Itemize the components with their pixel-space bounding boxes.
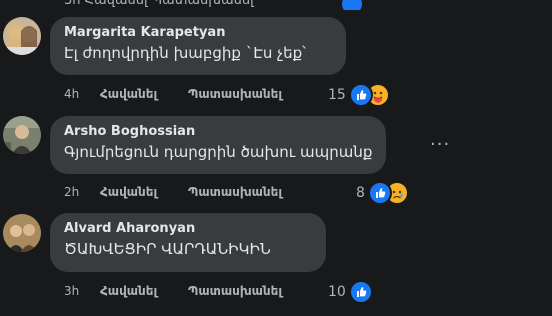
- reaction-count: 8: [356, 185, 365, 201]
- previous-comment-reactions[interactable]: [340, 0, 364, 10]
- comment-bubble: Margarita Karapetyan Էլ ժողովրդին խաբցիք…: [50, 17, 346, 75]
- avatar-image: [3, 17, 41, 55]
- like-icon: [348, 83, 373, 107]
- reaction-count: 15: [328, 87, 346, 103]
- reaction-summary[interactable]: 8: [356, 181, 409, 205]
- reply-button[interactable]: Պատասխանել: [188, 284, 282, 298]
- like-button[interactable]: Հավանել: [100, 185, 157, 199]
- reaction-summary[interactable]: 10: [328, 280, 373, 304]
- comment-time[interactable]: 3h: [64, 284, 79, 298]
- like-button[interactable]: Հավանել: [100, 87, 157, 101]
- comment-author[interactable]: Margarita Karapetyan: [64, 25, 334, 41]
- comment-author[interactable]: Arsho Boghossian: [64, 124, 374, 140]
- like-button[interactable]: Հավանել: [100, 284, 157, 298]
- reply-button[interactable]: Պատասխանել: [188, 87, 282, 101]
- previous-comment-actions: 3h Հավանել Պատասխանել: [60, 0, 420, 10]
- comment-text: ԾԱԽՎԵՑԻՐ ՎԱՐԴԱՆԻԿԻՆ: [64, 240, 271, 258]
- comment-author[interactable]: Alvard Aharonyan: [64, 221, 314, 237]
- reaction-summary[interactable]: 15: [328, 83, 390, 107]
- reaction-count: 10: [328, 284, 346, 300]
- like-icon: [340, 0, 364, 10]
- previous-comment-actions-text: 3h Հավանել Պատասխանել: [64, 0, 254, 8]
- like-icon: [367, 181, 392, 205]
- comment-time[interactable]: 4h: [64, 87, 79, 101]
- comment-text: Էլ ժողովրդին խաբցիք `Էս չեք՝: [64, 44, 306, 62]
- comment-time[interactable]: 2h: [64, 185, 79, 199]
- comment-text: Գյումրեցուն դարցրին ծախու ապրանք: [64, 143, 373, 161]
- avatar-image: [3, 116, 41, 154]
- avatar[interactable]: [3, 17, 41, 55]
- comment-bubble: Arsho Boghossian Գյումրեցուն դարցրին ծախ…: [50, 116, 386, 174]
- avatar[interactable]: [3, 116, 41, 154]
- more-options-button[interactable]: ···: [430, 134, 450, 155]
- like-icon: [348, 280, 373, 304]
- comment-bubble: Alvard Aharonyan ԾԱԽՎԵՑԻՐ ՎԱՐԴԱՆԻԿԻՆ: [50, 213, 326, 272]
- avatar[interactable]: [3, 214, 41, 252]
- avatar-image: [3, 214, 41, 252]
- reply-button[interactable]: Պատասխանել: [188, 185, 282, 199]
